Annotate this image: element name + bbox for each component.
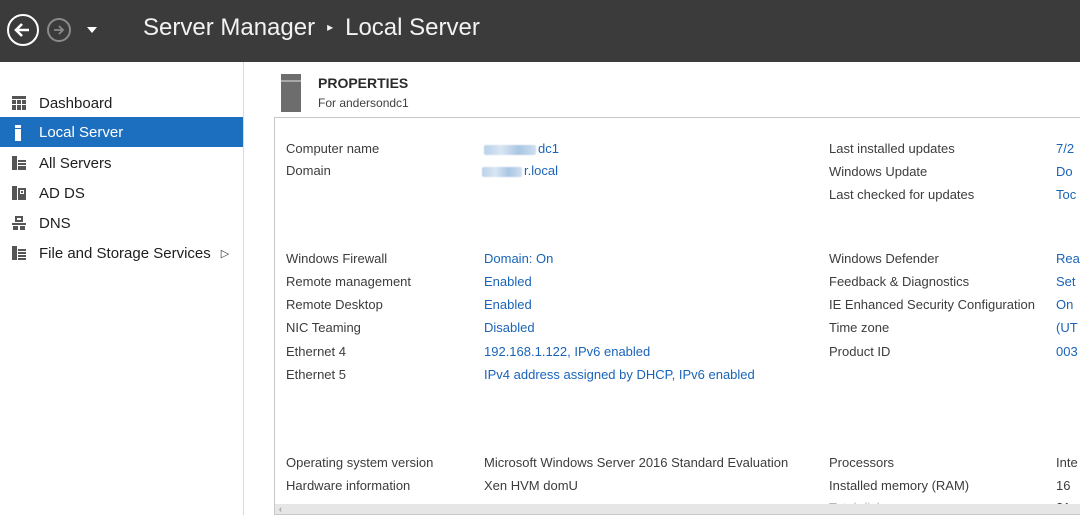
processors-value: Inte (1056, 455, 1078, 470)
domain-link[interactable]: r.local (482, 163, 558, 178)
sidebar-item-dns[interactable]: DNS (0, 208, 243, 238)
windows-defender-link[interactable]: Rea (1056, 251, 1080, 266)
os-version-label: Operating system version (286, 455, 434, 470)
breadcrumb-app[interactable]: Server Manager (143, 14, 315, 42)
sidebar-item-label: AD DS (39, 184, 85, 202)
last-checked-label: Last checked for updates (829, 187, 975, 202)
windows-update-label: Windows Update (829, 164, 928, 179)
ie-esc-link[interactable]: On (1056, 297, 1073, 312)
last-checked-link[interactable]: Toc (1056, 187, 1076, 202)
computer-name-label: Computer name (286, 141, 380, 156)
back-arrow-icon (14, 23, 29, 37)
file-storage-icon (12, 246, 26, 260)
properties-panel: Computer name dc1 Domain r.local Windows… (274, 117, 1080, 515)
forward-arrow-icon (54, 25, 65, 35)
all-servers-icon (12, 156, 26, 170)
installed-memory-label: Installed memory (RAM) (829, 478, 970, 493)
properties-title: PROPERTIES (318, 75, 409, 91)
sidebar-item-all-servers[interactable]: All Servers (0, 148, 243, 178)
last-installed-updates-link[interactable]: 7/2 (1056, 141, 1074, 156)
sidebar-item-label: All Servers (39, 154, 112, 172)
dns-icon (12, 216, 26, 230)
domain-label: Domain (286, 163, 331, 178)
breadcrumb: Server Manager ▸ Local Server (143, 14, 480, 42)
redacted-blur (482, 166, 522, 177)
firewall-link[interactable]: Domain: On (484, 251, 553, 266)
os-version-value: Microsoft Windows Server 2016 Standard E… (484, 455, 789, 470)
sidebar-item-label: Dashboard (39, 94, 113, 112)
remote-management-label: Remote management (286, 274, 412, 289)
sidebar: Dashboard Local Server All Servers AD DS… (0, 62, 244, 515)
windows-defender-label: Windows Defender (829, 251, 939, 266)
forward-button[interactable] (47, 18, 71, 42)
redacted-blur (484, 144, 536, 155)
installed-memory-value: 16 (1056, 478, 1071, 493)
hardware-info-label: Hardware information (286, 478, 411, 493)
nic-teaming-link[interactable]: Disabled (484, 320, 535, 335)
sidebar-item-local-server[interactable]: Local Server (0, 117, 243, 147)
processors-label: Processors (829, 455, 895, 470)
ie-esc-label: IE Enhanced Security Configuration (829, 297, 1035, 312)
remote-desktop-link[interactable]: Enabled (484, 297, 532, 312)
adds-icon (12, 186, 26, 200)
product-id-label: Product ID (829, 344, 891, 359)
ethernet-5-link[interactable]: IPv4 address assigned by DHCP, IPv6 enab… (484, 367, 755, 382)
computer-name-link[interactable]: dc1 (484, 141, 559, 156)
time-zone-link[interactable]: (UT (1056, 320, 1078, 335)
ethernet-4-link[interactable]: 192.168.1.122, IPv6 enabled (484, 344, 650, 359)
horizontal-scrollbar[interactable]: ‹ (275, 504, 1080, 514)
breadcrumb-page: Local Server (345, 14, 480, 41)
remote-desktop-label: Remote Desktop (286, 297, 383, 312)
feedback-diagnostics-label: Feedback & Diagnostics (829, 274, 970, 289)
main-content: PROPERTIES For andersondc1 Computer name… (244, 62, 1080, 515)
sidebar-item-ad-ds[interactable]: AD DS (0, 178, 243, 208)
ethernet-5-label: Ethernet 5 (286, 367, 346, 382)
time-zone-label: Time zone (829, 320, 890, 335)
scroll-left-icon[interactable]: ‹ (279, 504, 282, 514)
sidebar-item-label: DNS (39, 214, 71, 232)
sidebar-item-label: File and Storage Services (39, 244, 211, 262)
windows-update-link[interactable]: Do (1056, 164, 1073, 179)
firewall-label: Windows Firewall (286, 251, 388, 266)
server-icon (12, 125, 26, 141)
sidebar-item-file-storage[interactable]: File and Storage Services ▷ (0, 238, 243, 268)
hardware-info-value: Xen HVM domU (484, 478, 578, 493)
title-bar: Server Manager ▸ Local Server (0, 0, 1080, 62)
server-tower-icon (281, 74, 301, 112)
breadcrumb-separator: ▸ (327, 20, 334, 34)
remote-management-link[interactable]: Enabled (484, 274, 532, 289)
ethernet-4-label: Ethernet 4 (286, 344, 346, 359)
expand-arrow-icon[interactable]: ▷ (221, 247, 229, 260)
back-button[interactable] (7, 14, 39, 46)
sidebar-item-label: Local Server (39, 123, 124, 141)
last-installed-updates-label: Last installed updates (829, 141, 955, 156)
product-id-link[interactable]: 003 (1056, 344, 1078, 359)
feedback-diagnostics-link[interactable]: Set (1056, 274, 1076, 289)
properties-subtitle: For andersondc1 (318, 96, 409, 110)
sidebar-item-dashboard[interactable]: Dashboard (0, 88, 243, 118)
history-dropdown-icon[interactable] (86, 24, 98, 36)
nic-teaming-label: NIC Teaming (286, 320, 361, 335)
dashboard-icon (12, 96, 26, 110)
